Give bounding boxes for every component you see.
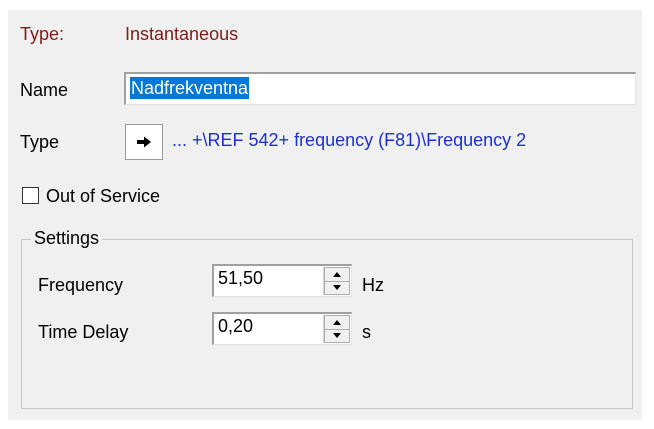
- name-input-value: Nadfrekventna: [130, 77, 250, 99]
- type-heading-label: Type:: [20, 24, 65, 44]
- type-browse-button[interactable]: [125, 124, 163, 160]
- time-delay-value: 0,20: [218, 316, 254, 336]
- time-delay-unit: s: [362, 322, 371, 342]
- name-input[interactable]: Nadfrekventna: [124, 72, 636, 105]
- frequency-unit: Hz: [362, 275, 384, 295]
- frequency-spinbox[interactable]: 51,50: [212, 264, 352, 297]
- out-of-service-checkbox[interactable]: [22, 187, 39, 204]
- spin-up-icon: [333, 319, 341, 325]
- time-delay-up-button[interactable]: [324, 315, 350, 330]
- frequency-down-button[interactable]: [324, 281, 350, 295]
- time-delay-label: Time Delay: [38, 322, 129, 342]
- time-delay-spinbox[interactable]: 0,20: [212, 312, 352, 345]
- type-heading-value: Instantaneous: [125, 24, 239, 44]
- spin-down-icon: [333, 333, 341, 339]
- spin-up-icon: [333, 271, 341, 277]
- type-path-link[interactable]: ... +\REF 542+ frequency (F81)\Frequency…: [172, 130, 526, 151]
- frequency-up-button[interactable]: [324, 267, 350, 282]
- arrow-right-icon: [137, 136, 151, 148]
- time-delay-down-button[interactable]: [324, 329, 350, 343]
- name-label: Name: [20, 80, 69, 100]
- frequency-value: 51,50: [218, 268, 264, 288]
- type-label: Type: [20, 132, 60, 152]
- properties-panel: Type: Instantaneous Name Nadfrekventna T…: [8, 10, 642, 420]
- settings-groupbox: Settings Frequency 51,50 Hz Time Delay 0…: [21, 228, 633, 409]
- out-of-service-label[interactable]: Out of Service: [46, 186, 160, 207]
- settings-legend: Settings: [31, 228, 103, 249]
- spin-down-icon: [333, 285, 341, 291]
- frequency-label: Frequency: [38, 275, 124, 295]
